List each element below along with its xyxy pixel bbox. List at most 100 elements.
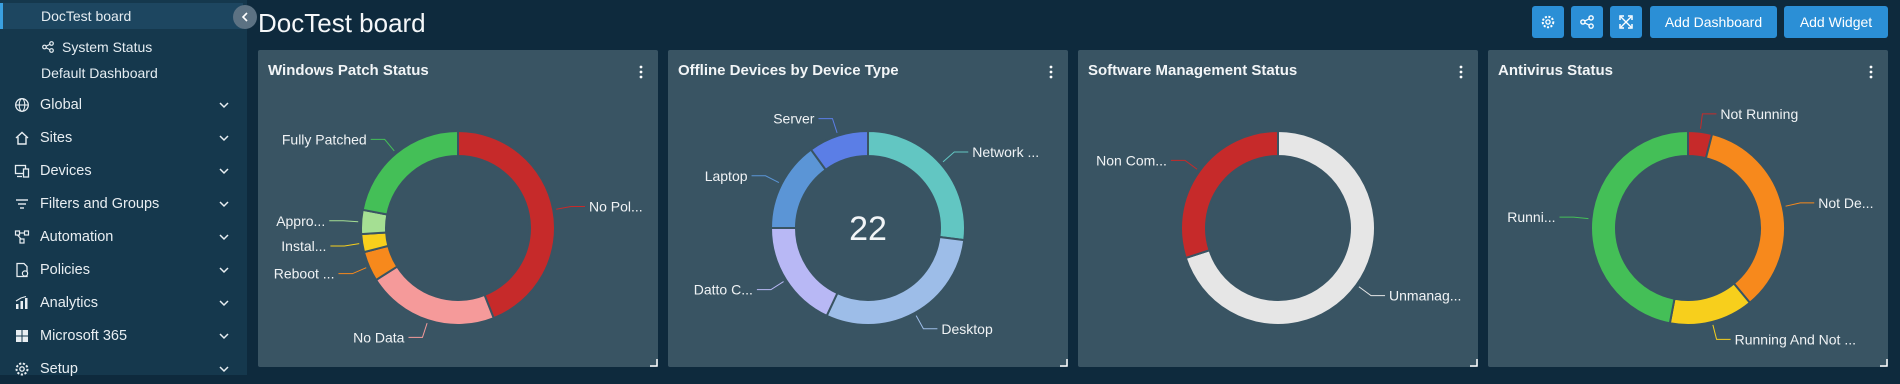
widget-title: Windows Patch Status <box>268 62 429 79</box>
chevron-down-icon <box>219 366 229 373</box>
more-vertical-icon[interactable] <box>638 64 644 80</box>
sidebar-item-label: Sites <box>40 130 73 146</box>
donut-slice-fully-patched[interactable] <box>361 129 459 216</box>
sidebar-item-label: Global <box>40 97 82 113</box>
slice-label: Fully Patched <box>282 131 367 147</box>
chevron-down-icon <box>219 135 229 142</box>
slice-label: Laptop <box>705 168 748 184</box>
slice-label: Running And Not ... <box>1735 331 1856 347</box>
slice-label: No Data <box>353 329 405 345</box>
sidebar-item-analytics[interactable]: Analytics <box>0 288 240 318</box>
leader-line <box>915 315 938 330</box>
leader-line <box>1700 113 1717 129</box>
slice-label: Instal... <box>281 238 326 254</box>
donut-slice-laptop[interactable] <box>769 148 828 229</box>
sidebar-item-label: Devices <box>40 163 92 179</box>
resize-handle-icon[interactable] <box>1060 359 1068 367</box>
collapse-sidebar-button[interactable] <box>233 5 257 29</box>
chevron-left-icon <box>241 12 248 22</box>
sidebar-item-label: Analytics <box>40 295 99 311</box>
share-icon <box>1580 15 1594 29</box>
sidebar-item-automation[interactable]: Automation <box>0 222 240 252</box>
leader-line <box>1170 159 1198 170</box>
widget-title: Software Management Status <box>1088 62 1298 79</box>
leader-line <box>818 118 838 134</box>
more-vertical-icon[interactable] <box>1868 64 1874 80</box>
donut-slice-no-data[interactable] <box>374 265 496 326</box>
widget-windows-patch-status: No Pol... No Data Reboot ... Instal... Appro… <box>258 50 658 367</box>
leader-line <box>1712 324 1731 340</box>
resize-handle-icon[interactable] <box>1880 359 1888 367</box>
chevron-down-icon <box>219 333 229 340</box>
windows-icon <box>16 330 28 342</box>
sidebar-subitem-system-status[interactable]: System Status <box>0 34 240 60</box>
leader-line <box>942 151 969 163</box>
leader-line <box>330 243 360 247</box>
slice-label: Appro... <box>276 213 325 229</box>
sidebar-item-label: Filters and Groups <box>40 196 160 212</box>
chevron-down-icon <box>219 234 229 241</box>
resize-handle-icon[interactable] <box>1470 359 1478 367</box>
sidebar-item-sites[interactable]: Sites <box>0 123 240 153</box>
globe-icon <box>15 98 29 112</box>
sidebar-item-filters-and-groups[interactable]: Filters and Groups <box>0 189 240 219</box>
leader-line <box>1559 216 1589 220</box>
leader-line <box>370 138 395 152</box>
donut-slice-desktop[interactable] <box>825 235 966 326</box>
slice-label: No Pol... <box>589 198 643 214</box>
leader-line <box>556 205 585 210</box>
filter-icon <box>16 199 28 209</box>
more-vertical-icon[interactable] <box>1458 64 1464 80</box>
donut-chart: Not Running Not De... Running And Not ... R… <box>1507 106 1873 347</box>
slice-label: Not Running <box>1720 106 1798 122</box>
sidebar-item-global[interactable]: Global <box>0 90 240 120</box>
widget-title: Antivirus Status <box>1498 62 1614 79</box>
widget-antivirus-status: Not Running Not De... Running And Not ... R… <box>1488 50 1888 367</box>
slice-label: Not De... <box>1818 195 1873 211</box>
donut-slice-no-pol[interactable] <box>457 129 556 320</box>
leader-line <box>338 267 367 275</box>
sidebar: DocTest board System Status Default Dash… <box>0 0 247 377</box>
widget-software-management-status: Unmanag... Non Com... Software Management… <box>1078 50 1478 367</box>
sidebar-item-label: Microsoft 365 <box>40 328 128 344</box>
add-dashboard-button[interactable]: Add Dashboard <box>1650 6 1777 38</box>
sidebar-subitem-label: System Status <box>62 39 153 55</box>
share-button[interactable] <box>1571 6 1603 38</box>
sidebar-item-microsoft-365[interactable]: Microsoft 365 <box>0 321 240 351</box>
sidebar-item-policies[interactable]: Policies <box>0 255 240 285</box>
sidebar-subitem-label: Default Dashboard <box>41 65 158 81</box>
donut-chart: Network ... Desktop Datto C... Laptop Server… <box>694 111 1039 337</box>
slice-label: Datto C... <box>694 282 753 298</box>
leader-line <box>751 175 780 184</box>
donut-slice-running-and-not[interactable] <box>1668 282 1752 326</box>
slice-label: Network ... <box>972 144 1039 160</box>
donut-chart: No Pol... No Data Reboot ... Instal... Appro… <box>274 129 643 345</box>
page-title: DocTest board <box>258 8 426 38</box>
settings-button[interactable] <box>1532 6 1564 38</box>
sidebar-item-setup[interactable]: Setup <box>0 354 240 384</box>
home-icon <box>15 131 29 145</box>
chevron-down-icon <box>219 201 229 208</box>
analytics-icon <box>15 295 28 309</box>
widget-title: Offline Devices by Device Type <box>678 62 899 79</box>
sidebar-item-label: Policies <box>40 262 90 278</box>
donut-slice-datto-c[interactable] <box>769 227 839 318</box>
devices-icon <box>14 164 30 178</box>
settings-icon <box>1541 15 1555 29</box>
leader-line <box>1358 286 1386 297</box>
sidebar-subitem-doctest-board[interactable]: DocTest board <box>0 3 243 29</box>
donut-slice-runni[interactable] <box>1590 129 1689 325</box>
donut-center-value: 22 <box>849 210 887 248</box>
sidebar-subitem-label: DocTest board <box>41 8 132 24</box>
donut-slice-not-de[interactable] <box>1704 132 1786 305</box>
sidebar-item-devices[interactable]: Devices <box>0 156 240 186</box>
donut-slice-non-com[interactable] <box>1180 129 1279 260</box>
resize-handle-icon[interactable] <box>650 359 658 367</box>
slice-label: Desktop <box>941 321 993 337</box>
add-widget-button[interactable]: Add Widget <box>1784 6 1888 38</box>
chevron-down-icon <box>219 102 229 109</box>
more-vertical-icon[interactable] <box>1048 64 1054 80</box>
slice-label: Reboot ... <box>274 266 335 282</box>
fullscreen-button[interactable] <box>1610 6 1642 38</box>
sidebar-subitem-default-dashboard[interactable]: Default Dashboard <box>0 60 240 86</box>
